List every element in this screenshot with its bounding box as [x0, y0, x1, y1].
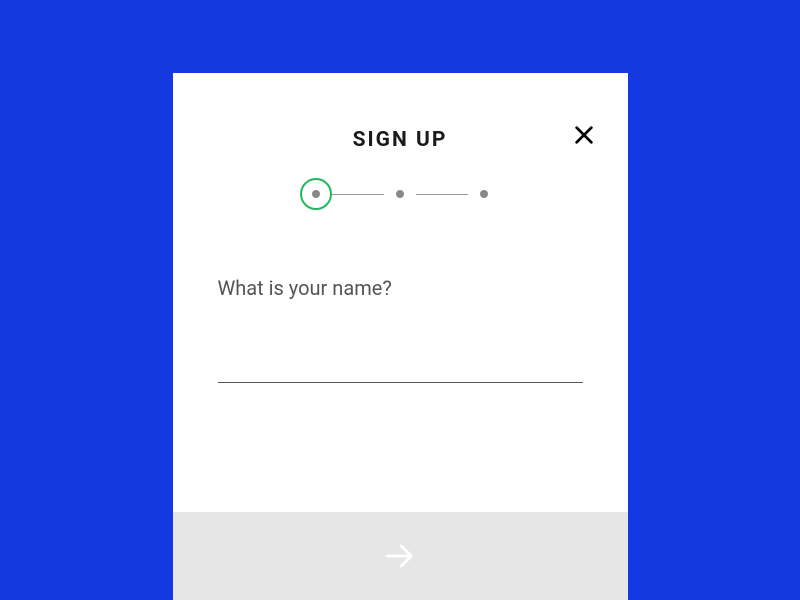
- signup-card: SIGN UP What is your name?: [173, 73, 628, 600]
- next-button[interactable]: [173, 512, 628, 600]
- step-1-active: [312, 190, 320, 198]
- card-header: SIGN UP: [173, 73, 628, 152]
- close-button[interactable]: [570, 121, 598, 149]
- step-3: [480, 190, 488, 198]
- name-input[interactable]: [218, 345, 583, 383]
- question-label: What is your name?: [218, 276, 583, 300]
- form-content: What is your name?: [173, 198, 628, 512]
- step-connector: [332, 194, 384, 195]
- arrow-right-icon: [383, 539, 417, 573]
- page-title: SIGN UP: [173, 128, 628, 152]
- progress-stepper: [173, 190, 628, 198]
- step-connector: [416, 194, 468, 195]
- close-icon: [573, 124, 595, 146]
- step-2: [396, 190, 404, 198]
